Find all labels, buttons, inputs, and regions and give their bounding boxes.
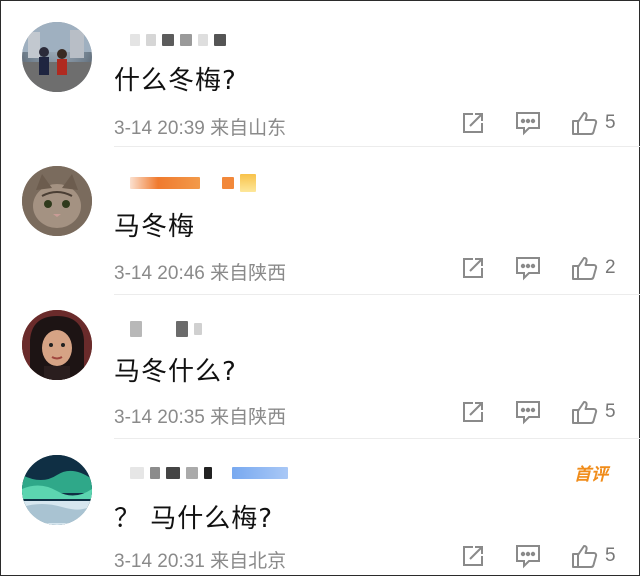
user-avatar[interactable] xyxy=(22,22,92,92)
thumbs-up-icon[interactable] xyxy=(569,541,599,571)
username-redacted[interactable] xyxy=(130,31,226,49)
share-edit-icon[interactable] xyxy=(458,397,488,427)
comment-item: 什么冬梅? 3-14 20:39 来自山东 5 xyxy=(0,0,640,147)
username-redacted[interactable] xyxy=(130,464,288,482)
comment-bubble-icon[interactable] xyxy=(513,108,543,138)
comment-actions: 5 xyxy=(458,541,616,571)
thumbs-up-icon[interactable] xyxy=(569,108,599,138)
comment-meta: 3-14 20:46 来自陕西 xyxy=(114,263,287,284)
comment-actions: 5 xyxy=(458,397,616,427)
share-edit-icon[interactable] xyxy=(458,541,488,571)
comment-bubble-icon[interactable] xyxy=(513,253,543,283)
comment-text: 马冬梅 xyxy=(114,212,196,242)
comment-text: 什么冬梅? xyxy=(114,66,237,96)
user-avatar[interactable] xyxy=(22,310,92,380)
thumbs-up-icon[interactable] xyxy=(569,253,599,283)
comment-text: ？ 马什么梅? xyxy=(114,504,274,534)
comment-meta: 3-14 20:39 来自山东 xyxy=(114,118,287,139)
comment-bubble-icon[interactable] xyxy=(513,541,543,571)
comment-meta: 3-14 20:31 来自北京 xyxy=(114,551,287,572)
username-redacted[interactable] xyxy=(130,320,202,338)
user-avatar[interactable] xyxy=(22,455,92,525)
like-count: 5 xyxy=(605,401,616,422)
comment-item: 马冬什么? 3-14 20:35 来自陕西 5 xyxy=(0,294,640,439)
user-avatar[interactable] xyxy=(22,166,92,236)
comment-actions: 2 xyxy=(458,253,616,283)
comment-actions: 5 xyxy=(458,108,616,138)
comment-item: 马冬梅 3-14 20:46 来自陕西 2 xyxy=(0,146,640,295)
share-edit-icon[interactable] xyxy=(458,253,488,283)
like-count: 2 xyxy=(605,257,616,278)
share-edit-icon[interactable] xyxy=(458,108,488,138)
first-comment-badge: 首评 xyxy=(574,465,608,485)
like-count: 5 xyxy=(605,112,616,133)
comment-item: 首评 ？ 马什么梅? 3-14 20:31 来自北京 5 xyxy=(0,438,640,582)
thumbs-up-icon[interactable] xyxy=(569,397,599,427)
comment-meta: 3-14 20:35 来自陕西 xyxy=(114,407,287,428)
comment-bubble-icon[interactable] xyxy=(513,397,543,427)
like-count: 5 xyxy=(605,545,616,566)
username-redacted[interactable] xyxy=(130,174,256,192)
comment-text: 马冬什么? xyxy=(114,357,237,387)
